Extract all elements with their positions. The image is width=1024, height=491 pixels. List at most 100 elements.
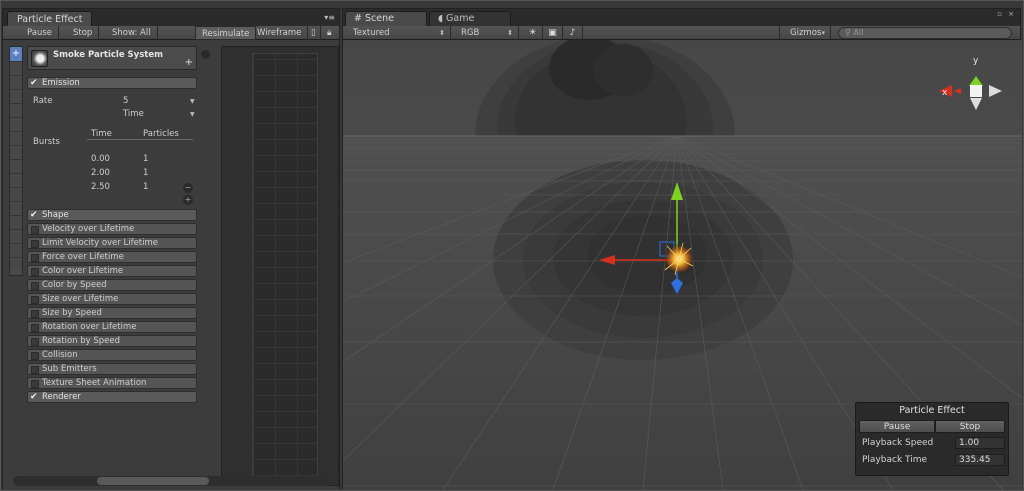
particle-content: + Smoke Particle System + ✔ Emission Rat… [3, 40, 339, 490]
playback-time-field[interactable]: 335.45 [955, 454, 1005, 466]
module-emission[interactable]: ✔ Emission [27, 77, 197, 89]
module-checkbox[interactable] [31, 226, 39, 234]
pause-button[interactable]: Pause [21, 26, 59, 40]
checkmark-icon[interactable]: ✔ [30, 79, 39, 88]
system-slot[interactable] [10, 89, 22, 102]
checkmark-icon[interactable]: ✔ [30, 393, 39, 402]
burst-time[interactable]: 2.00 [91, 168, 110, 178]
wireframe-toggle[interactable]: Wireframe [251, 26, 309, 40]
stop-button[interactable]: Stop [67, 26, 100, 40]
hierarchy-search-input[interactable]: ⚲ All [838, 27, 1012, 39]
playback-speed-label: Playback Speed [862, 438, 934, 448]
rate-value-field[interactable]: 5 [123, 96, 128, 106]
tab-game[interactable]: ◖ Game [429, 11, 511, 26]
module-velocity-over-lifetime[interactable]: Velocity over Lifetime [27, 223, 197, 235]
lock-icon[interactable]: 🔒︎ [323, 26, 336, 40]
system-slot[interactable] [10, 75, 22, 88]
module-size-over-lifetime[interactable]: Size over Lifetime [27, 293, 197, 305]
overlay-pause-button[interactable]: Pause [859, 420, 935, 433]
module-size-by-speed[interactable]: Size by Speed [27, 307, 197, 319]
bursts-label: Bursts [33, 137, 60, 147]
system-slot[interactable] [10, 173, 22, 186]
system-slot[interactable] [10, 201, 22, 214]
panel-menu-icon[interactable]: ▾≡ [324, 13, 335, 22]
module-checkbox[interactable] [31, 366, 39, 374]
tab-particle-effect[interactable]: Particle Effect [7, 11, 93, 26]
module-checkbox[interactable] [31, 254, 39, 262]
module-color-by-speed[interactable]: Color by Speed [27, 279, 197, 291]
render-mode-dropdown[interactable]: Textured ⬍ [343, 26, 451, 40]
particle-toolbar: Pause Stop Show: All Resimulate Wirefram… [3, 26, 339, 40]
burst-particles[interactable]: 1 [143, 182, 148, 192]
gizmos-dropdown[interactable]: Gizmos ▾ [779, 26, 831, 40]
chevron-down-icon: ▾ [821, 29, 825, 37]
module-checkbox[interactable] [31, 324, 39, 332]
game-pacman-icon: ◖ [438, 13, 444, 24]
resimulate-toggle[interactable]: Resimulate [195, 26, 257, 40]
chevron-down-icon: ⬍ [507, 29, 513, 37]
playback-speed-field[interactable]: 1.00 [955, 437, 1005, 449]
burst-time[interactable]: 0.00 [91, 154, 110, 164]
maximize-icon[interactable]: ▫ [997, 10, 1002, 18]
burst-particles[interactable]: 1 [143, 154, 148, 164]
module-checkbox[interactable] [31, 282, 39, 290]
scene-viewport[interactable]: y x Particle Effect Pause Stop Playback … [343, 40, 1022, 490]
module-collision[interactable]: Collision [27, 349, 197, 361]
burst-time[interactable]: 2.50 [91, 182, 110, 192]
rate-mode-dropdown[interactable]: Time [123, 109, 144, 119]
playback-time-label: Playback Time [862, 455, 928, 465]
tab-scene[interactable]: # Scene [345, 11, 427, 26]
module-renderer[interactable]: ✔ Renderer [27, 391, 197, 403]
module-checkbox[interactable] [31, 380, 39, 388]
module-color-over-lifetime[interactable]: Color over Lifetime [27, 265, 197, 277]
system-slot[interactable] [10, 145, 22, 158]
checkmark-icon[interactable]: ✔ [30, 211, 39, 220]
system-slot[interactable] [10, 243, 22, 256]
remove-burst-icon[interactable]: − [183, 183, 193, 193]
system-slot[interactable] [10, 61, 22, 74]
module-texture-sheet-animation[interactable]: Texture Sheet Animation [27, 377, 197, 389]
show-filter-dropdown[interactable]: Show: All [106, 26, 158, 40]
module-checkbox[interactable] [31, 338, 39, 346]
module-checkbox[interactable] [31, 352, 39, 360]
system-slot[interactable] [10, 257, 22, 270]
module-sub-emitters[interactable]: Sub Emitters [27, 363, 197, 375]
module-checkbox[interactable] [31, 240, 39, 248]
system-slot[interactable] [10, 103, 22, 116]
rate-curve-dropdown-icon[interactable]: ▼ [190, 98, 195, 105]
system-slot[interactable] [10, 159, 22, 172]
system-header[interactable]: Smoke Particle System + [27, 46, 197, 70]
module-rotation-by-speed[interactable]: Rotation by Speed [27, 335, 197, 347]
split-view-icon[interactable]: ▯ [307, 26, 321, 40]
audio-toggle-icon[interactable]: ♪ [563, 26, 583, 40]
module-checkbox[interactable] [31, 310, 39, 318]
add-system-plus-icon[interactable]: + [10, 47, 22, 61]
overlay-stop-button[interactable]: Stop [935, 420, 1005, 433]
module-force-over-lifetime[interactable]: Force over Lifetime [27, 251, 197, 263]
system-slot[interactable] [10, 117, 22, 130]
module-rotation-over-lifetime[interactable]: Rotation over Lifetime [27, 321, 197, 333]
rate-mode-caret-icon[interactable]: ▼ [190, 111, 195, 118]
collapse-column-icon[interactable] [201, 50, 210, 59]
gizmo-center-cube[interactable] [970, 85, 982, 97]
horizontal-scrollbar[interactable] [13, 476, 333, 486]
scene-image-icon[interactable]: ▣ [543, 26, 563, 40]
tab-label: Scene [365, 13, 394, 24]
add-burst-icon[interactable]: + [183, 195, 193, 205]
system-slot[interactable] [10, 215, 22, 228]
add-module-plus-icon[interactable]: + [185, 57, 193, 68]
module-limit-velocity-over-lifetime[interactable]: Limit Velocity over Lifetime [27, 237, 197, 249]
burst-particles[interactable]: 1 [143, 168, 148, 178]
bursts-table-header: Time Particles [87, 128, 193, 140]
scene-lighting-icon[interactable]: ☀ [523, 26, 543, 40]
system-slot[interactable] [10, 187, 22, 200]
module-label: Shape [42, 210, 69, 220]
scrollbar-thumb[interactable] [97, 477, 209, 485]
system-slot[interactable] [10, 229, 22, 242]
channel-dropdown[interactable]: RGB ⬍ [451, 26, 519, 40]
module-shape[interactable]: ✔ Shape [27, 209, 197, 221]
close-icon[interactable]: × [1008, 10, 1014, 18]
module-checkbox[interactable] [31, 268, 39, 276]
system-slot[interactable] [10, 131, 22, 144]
module-checkbox[interactable] [31, 296, 39, 304]
